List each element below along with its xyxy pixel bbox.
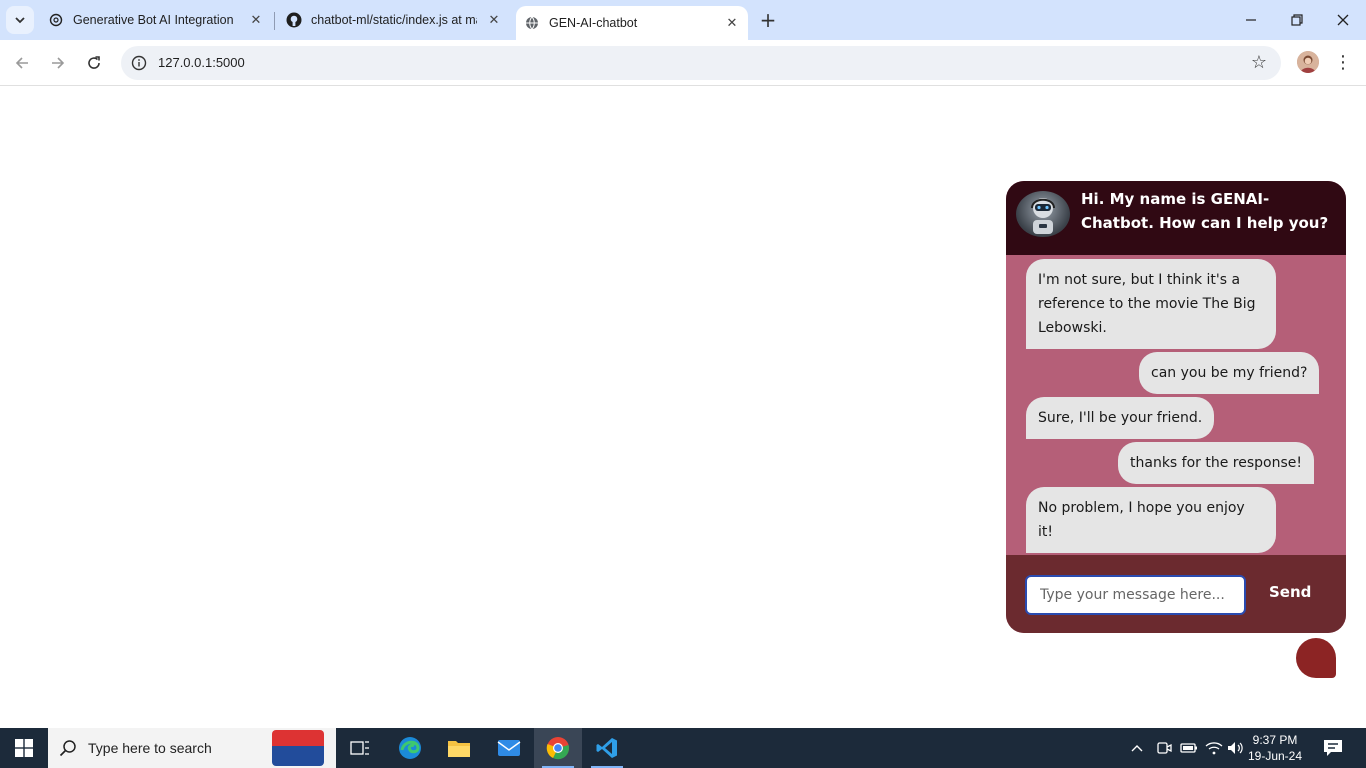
user-message: can you be my friend?	[1139, 352, 1320, 394]
restore-icon	[1291, 14, 1303, 26]
minimize-icon	[1246, 19, 1256, 21]
message-input[interactable]	[1025, 575, 1246, 615]
task-view-icon[interactable]	[336, 728, 384, 768]
search-highlight-image[interactable]	[272, 730, 324, 766]
tab-strip: Generative Bot AI Integration ✕ chatbot-…	[0, 0, 1366, 40]
bookmark-star-icon[interactable]: ☆	[1251, 52, 1267, 73]
chevron-down-icon	[15, 17, 25, 24]
new-tab-button[interactable]: +	[756, 8, 780, 32]
search-icon	[48, 739, 88, 757]
tab-gen-ai-chatbot[interactable]: GEN-AI-chatbot ✕	[516, 6, 748, 40]
info-icon[interactable]	[129, 53, 149, 73]
chat-header: Hi. My name is GENAI-Chatbot. How can I …	[1006, 181, 1346, 255]
back-button[interactable]	[8, 49, 36, 77]
wifi-icon[interactable]	[1205, 728, 1223, 768]
edge-icon[interactable]	[386, 728, 434, 768]
search-placeholder: Type here to search	[88, 740, 212, 756]
more-options-icon[interactable]: ⋮	[1334, 50, 1352, 74]
notifications-icon[interactable]	[1323, 728, 1343, 768]
clock-date: 19-Jun-24	[1247, 749, 1303, 763]
tab-title: GEN-AI-chatbot	[549, 16, 638, 30]
reload-icon	[88, 56, 100, 69]
chat-messages: I'm not sure, but I think it's a referen…	[1006, 255, 1346, 555]
robot-avatar	[1016, 191, 1070, 237]
openai-icon	[48, 12, 64, 28]
address-bar[interactable]: 127.0.0.1:5000 ☆	[121, 46, 1281, 80]
browser-toolbar: 127.0.0.1:5000 ☆ ⋮	[0, 40, 1366, 86]
mail-icon[interactable]	[485, 728, 533, 768]
close-icon	[1337, 14, 1349, 26]
github-icon	[286, 12, 302, 28]
reload-button[interactable]	[80, 49, 108, 77]
tab-github-index-js[interactable]: chatbot-ml/static/index.js at ma ✕	[278, 0, 510, 40]
bot-message: I'm not sure, but I think it's a referen…	[1026, 259, 1276, 349]
tab-search-button[interactable]	[6, 6, 34, 34]
restore-button[interactable]	[1274, 0, 1320, 40]
arrow-left-icon	[15, 57, 28, 69]
chatbox: Hi. My name is GENAI-Chatbot. How can I …	[1006, 181, 1346, 633]
tab-generative-bot[interactable]: Generative Bot AI Integration ✕	[40, 0, 272, 40]
meet-now-icon[interactable]	[1156, 728, 1172, 768]
bot-message: Sure, I'll be your friend.	[1026, 397, 1215, 439]
battery-icon[interactable]	[1180, 728, 1198, 768]
globe-icon	[524, 15, 540, 31]
windows-icon	[15, 739, 33, 757]
clock-time: 9:37 PM	[1252, 733, 1298, 747]
chrome-icon[interactable]	[534, 728, 582, 768]
arrow-right-icon	[52, 57, 65, 69]
chat-footer: Send	[1006, 555, 1346, 633]
tab-title: Generative Bot AI Integration	[73, 13, 234, 27]
close-icon[interactable]: ✕	[486, 12, 502, 28]
taskbar: Type here to search 9:37 PM 19-Jun-24	[0, 728, 1366, 768]
volume-icon[interactable]	[1227, 728, 1245, 768]
close-window-button[interactable]	[1320, 0, 1366, 40]
system-clock[interactable]: 9:37 PM 19-Jun-24	[1245, 732, 1305, 764]
chat-greeting: Hi. My name is GENAI-Chatbot. How can I …	[1081, 190, 1329, 232]
file-explorer-icon[interactable]	[435, 728, 483, 768]
show-hidden-icons[interactable]	[1130, 728, 1144, 768]
minimize-button[interactable]	[1228, 0, 1274, 40]
user-message: thanks for the response!	[1118, 442, 1314, 484]
chevron-up-icon	[1131, 745, 1143, 752]
tab-title: chatbot-ml/static/index.js at ma	[311, 13, 477, 27]
vscode-icon[interactable]	[583, 728, 631, 768]
profile-avatar[interactable]	[1297, 51, 1319, 73]
chatbox-toggle-button[interactable]	[1296, 638, 1336, 678]
url-text[interactable]: 127.0.0.1:5000	[158, 55, 245, 70]
forward-button[interactable]	[44, 49, 72, 77]
tab-separator	[274, 12, 275, 30]
bot-message: No problem, I hope you enjoy it!	[1026, 487, 1276, 553]
taskbar-search[interactable]: Type here to search	[48, 728, 336, 768]
close-icon[interactable]: ✕	[724, 15, 740, 31]
send-button[interactable]: Send	[1269, 583, 1311, 601]
start-button[interactable]	[0, 728, 48, 768]
close-icon[interactable]: ✕	[248, 12, 264, 28]
